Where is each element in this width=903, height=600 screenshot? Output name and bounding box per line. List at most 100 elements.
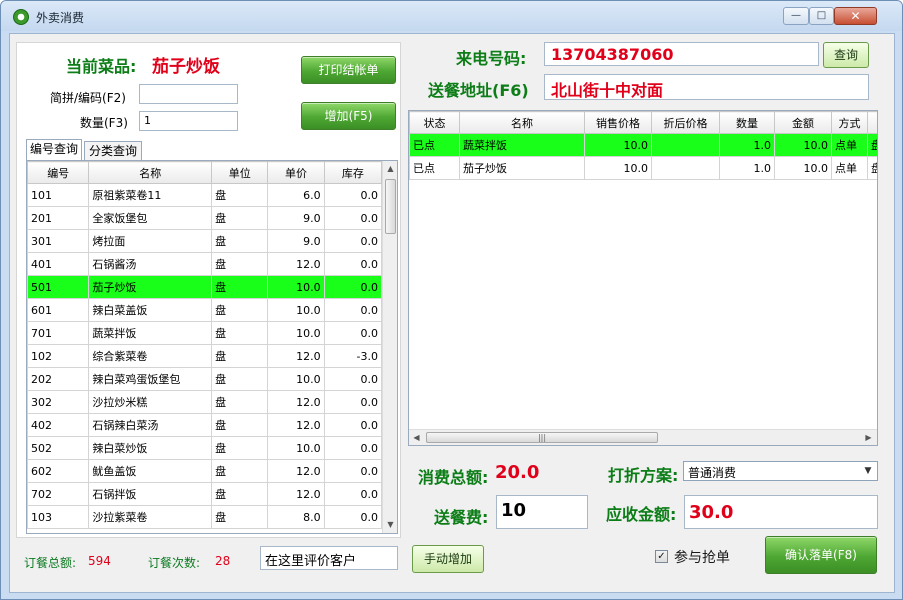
- total-label: 消费总额:: [418, 468, 489, 487]
- receivable-label: 应收金额:: [606, 505, 677, 524]
- table-row[interactable]: 201 全家饭堡包盘 9.0 0.0: [27, 206, 383, 230]
- total-value: 20.0: [495, 462, 540, 483]
- discount-select[interactable]: 普通消费 ▼: [683, 461, 878, 481]
- column-header[interactable]: 名称: [88, 161, 213, 184]
- table-row[interactable]: 已点蔬菜拌饭10.01.010.0点单盘: [409, 133, 877, 157]
- item-stock-cell: 0.0: [323, 206, 383, 230]
- item-name-cell: 辣白菜鸡蛋饭堡包: [88, 367, 213, 391]
- table-row[interactable]: 702 石锅拌饭盘 12.0 0.0: [27, 482, 383, 506]
- tab-code-query[interactable]: 编号查询: [26, 139, 82, 161]
- column-header[interactable]: 销售价格: [584, 111, 652, 134]
- order-count-value: 28: [215, 554, 231, 568]
- receivable-field: 30.0: [684, 495, 878, 529]
- order-table-container: 状态名称销售价格折后价格数量金额方式 已点蔬菜拌饭10.01.010.0点单盘已…: [408, 110, 878, 446]
- item-name-cell: 辣白菜盖饭: [88, 298, 213, 322]
- manual-add-button[interactable]: 手动增加: [412, 545, 484, 573]
- table-row[interactable]: 103 沙拉紫菜卷盘 8.0 0.0: [27, 505, 383, 529]
- column-header[interactable]: 金额: [774, 111, 832, 134]
- table-row[interactable]: 701 蔬菜拌饭盘 10.0 0.0: [27, 321, 383, 345]
- order-total-value: 594: [88, 554, 111, 568]
- table-row[interactable]: 202 辣白菜鸡蛋饭堡包盘 10.0 0.0: [27, 367, 383, 391]
- address-input[interactable]: 北山街十中对面: [544, 74, 869, 100]
- confirm-order-button[interactable]: 确认落单(F8): [765, 536, 877, 574]
- delivery-fee-input[interactable]: 10: [496, 495, 588, 529]
- column-header[interactable]: 折后价格: [651, 111, 720, 134]
- method-cell: 点单: [831, 156, 868, 180]
- table-row[interactable]: 602 鱿鱼盖饭盘 12.0 0.0: [27, 459, 383, 483]
- table-row[interactable]: 601 辣白菜盖饭盘 10.0 0.0: [27, 298, 383, 322]
- pinyin-input[interactable]: [139, 84, 238, 104]
- table-row[interactable]: 501 茄子炒饭盘 10.0 0.0: [27, 275, 383, 299]
- item-price-cell: 10.0: [267, 367, 325, 391]
- column-header[interactable]: 名称: [459, 111, 585, 134]
- scroll-h-thumb[interactable]: |||: [426, 432, 658, 443]
- discount-price-cell: [651, 156, 720, 180]
- item-name-cell: 全家饭堡包: [88, 206, 213, 230]
- scroll-left-icon[interactable]: ◀: [409, 430, 424, 445]
- table-row[interactable]: 401 石锅酱汤盘 12.0 0.0: [27, 252, 383, 276]
- menu-table-container: 编号 名称 单位 单价 库存 101 原祖紫菜卷11 盘 6.0 0.0 201 全家饭堡包盘 9.0…: [26, 160, 398, 534]
- item-price-cell: 10.0: [267, 436, 325, 460]
- item-unit-cell: 盘: [211, 482, 269, 506]
- table-row[interactable]: 301 烤拉面盘 9.0 0.0: [27, 229, 383, 253]
- minimize-button[interactable]: —: [783, 7, 809, 25]
- scroll-thumb[interactable]: [385, 179, 396, 234]
- maximize-button[interactable]: □: [809, 7, 834, 25]
- delivery-fee-label: 送餐费:: [434, 508, 489, 527]
- item-name-cell: 石锅酱汤: [88, 252, 213, 276]
- scroll-down-icon[interactable]: ▼: [383, 517, 397, 533]
- table-row[interactable]: 502 辣白菜炒饭盘 10.0 0.0: [27, 436, 383, 460]
- discount-select-value: 普通消费: [688, 466, 737, 480]
- order-horizontal-scrollbar[interactable]: ◀ ||| ▶: [409, 429, 877, 445]
- item-code-cell: 103: [27, 505, 90, 529]
- phone-value: 13704387060: [551, 45, 674, 64]
- table-row[interactable]: 101 原祖紫菜卷11 盘 6.0 0.0: [27, 183, 383, 207]
- item-stock-cell: 0.0: [323, 183, 383, 207]
- title-bar[interactable]: 外卖消费 — □ ✕: [1, 1, 902, 31]
- qty-cell: 1.0: [719, 133, 775, 157]
- phone-label: 来电号码:: [456, 49, 527, 68]
- item-price-cell: 12.0: [267, 344, 325, 368]
- close-button[interactable]: ✕: [834, 7, 877, 25]
- scroll-up-icon[interactable]: ▲: [383, 161, 397, 177]
- customer-comment-input[interactable]: 在这里评价客户: [260, 546, 398, 570]
- tab-category-query[interactable]: 分类查询: [84, 141, 142, 161]
- item-unit-cell: 盘: [211, 321, 269, 345]
- item-code-cell: 301: [27, 229, 90, 253]
- menu-vertical-scrollbar[interactable]: ▲ ▼: [382, 161, 397, 533]
- table-row[interactable]: 302 沙拉炒米糕盘 12.0 0.0: [27, 390, 383, 414]
- item-stock-cell: 0.0: [323, 321, 383, 345]
- column-header[interactable]: 单价: [267, 161, 325, 184]
- table-row[interactable]: 已点茄子炒饭10.01.010.0点单盘: [409, 156, 877, 180]
- item-code-cell: 202: [27, 367, 90, 391]
- column-header[interactable]: [867, 111, 877, 134]
- amount-cell: 10.0: [774, 156, 832, 180]
- item-price-cell: 10.0: [267, 321, 325, 345]
- item-price-cell: 9.0: [267, 206, 325, 230]
- item-stock-cell: -3.0: [323, 344, 383, 368]
- grab-order-checkbox[interactable]: ✓: [655, 550, 668, 563]
- item-code-cell: 502: [27, 436, 90, 460]
- qty-input[interactable]: 1: [139, 111, 238, 131]
- item-unit-cell: 盘: [211, 229, 269, 253]
- column-header[interactable]: 库存: [323, 161, 383, 184]
- print-bill-button[interactable]: 打印结帐单: [301, 56, 396, 84]
- scroll-right-icon[interactable]: ▶: [861, 430, 876, 445]
- item-name-cell: 烤拉面: [88, 229, 213, 253]
- column-header[interactable]: 编号: [27, 161, 90, 184]
- item-name-cell: 沙拉炒米糕: [88, 390, 213, 414]
- item-stock-cell: 0.0: [323, 459, 383, 483]
- column-header[interactable]: 状态: [409, 111, 460, 134]
- table-row[interactable]: 402 石锅辣白菜汤盘 12.0 0.0: [27, 413, 383, 437]
- add-button[interactable]: 增加(F5): [301, 102, 396, 130]
- table-row[interactable]: 102 综合紫菜卷盘 12.0 -3.0: [27, 344, 383, 368]
- item-name-cell: 原祖紫菜卷11: [88, 183, 213, 207]
- column-header[interactable]: 数量: [719, 111, 775, 134]
- column-header[interactable]: 方式: [831, 111, 868, 134]
- item-name-cell: 石锅拌饭: [88, 482, 213, 506]
- client-area: 当前菜品: 茄子炒饭 简拼/编码(F2) 数量(F3) 1 打印结帐单 增加(F…: [9, 33, 895, 593]
- item-price-cell: 10.0: [267, 275, 325, 299]
- query-button[interactable]: 查询: [823, 42, 869, 68]
- column-header[interactable]: 单位: [211, 161, 269, 184]
- phone-input[interactable]: 13704387060: [544, 42, 819, 66]
